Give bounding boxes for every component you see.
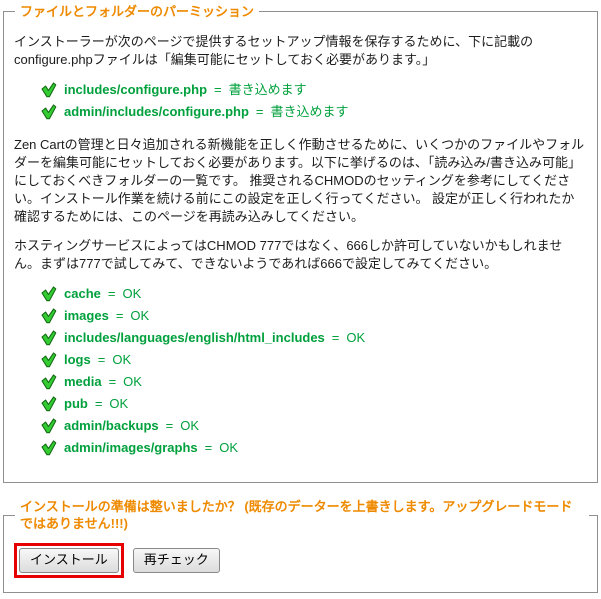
check-icon [40, 374, 57, 390]
folder-row: logs = OK [40, 350, 589, 370]
annotation-highlight: インストール [14, 543, 124, 578]
folder-name: includes/languages/english/html_includes [64, 330, 325, 345]
equals-sign: = [331, 330, 340, 345]
folder-name: admin/images/graphs [64, 440, 198, 455]
chmod-paragraph: Zen Cartの管理と日々追加される新機能を正しく作動させるために、いくつかの… [14, 137, 585, 224]
config-file-status: 書き込めます [270, 104, 349, 119]
config-file-status: 書き込めます [228, 82, 307, 97]
folder-status: OK [219, 440, 239, 455]
check-icon [40, 352, 57, 368]
page: ファイルとフォルダーのパーミッション インストーラーが次のページで提供するセット… [0, 0, 601, 599]
folder-status: OK [346, 330, 366, 345]
check-icon [40, 308, 57, 324]
folder-row: includes/languages/english/html_includes… [40, 328, 589, 348]
equals-sign: = [107, 286, 116, 301]
permissions-fieldset: ファイルとフォルダーのパーミッション インストーラーが次のページで提供するセット… [3, 3, 598, 483]
folder-name: pub [64, 396, 88, 411]
folder-name: logs [64, 352, 91, 367]
folder-name: cache [64, 286, 101, 301]
folder-status: OK [123, 374, 142, 389]
install-button[interactable]: インストール [19, 548, 119, 573]
install-ready-fieldset: インストールの準備は整いましたか？ (既存のデーターを上書きします。アップグレー… [3, 498, 598, 593]
recheck-button[interactable]: 再チェック [132, 548, 220, 573]
equals-sign: = [94, 396, 103, 411]
equals-sign: = [165, 418, 174, 433]
folder-row: media = OK [40, 372, 589, 392]
folder-status: OK [180, 418, 200, 433]
permissions-legend: ファイルとフォルダーのパーミッション [20, 4, 255, 19]
folder-status: OK [122, 286, 142, 301]
button-row: インストール 再チェック [14, 543, 587, 578]
check-icon [40, 440, 57, 456]
folder-row: images = OK [40, 306, 589, 326]
check-icon [40, 396, 57, 412]
folder-name: images [64, 308, 109, 323]
config-file-checklist: includes/configure.php = 書き込めます admin/in… [12, 80, 589, 122]
config-file-row: admin/includes/configure.php = 書き込めます [40, 102, 589, 122]
check-icon [40, 418, 57, 434]
config-file-row: includes/configure.php = 書き込めます [40, 80, 589, 100]
config-file-name: admin/includes/configure.php [64, 104, 249, 119]
folder-name: admin/backups [64, 418, 159, 433]
folder-checklist: cache = OK images = OK includes/language… [12, 284, 589, 458]
install-ready-legend: インストールの準備は整いましたか？ (既存のデーターを上書きします。アップグレー… [20, 499, 573, 531]
folder-status: OK [109, 396, 129, 411]
folder-row: pub = OK [40, 394, 589, 414]
folder-row: admin/images/graphs = OK [40, 438, 589, 458]
folder-name: media [64, 374, 102, 389]
hosting-paragraph: ホスティングサービスによってはCHMOD 777ではなく、666しか許可していな… [14, 238, 563, 271]
equals-sign: = [204, 440, 213, 455]
equals-sign: = [115, 308, 124, 323]
equals-sign: = [255, 104, 264, 119]
config-file-name: includes/configure.php [64, 82, 208, 97]
intro-paragraph: インストーラーが次のページで提供するセットアップ情報を保存するために、下に記載の… [14, 34, 534, 67]
check-icon [40, 330, 57, 346]
folder-row: cache = OK [40, 284, 589, 304]
equals-sign: = [214, 82, 222, 97]
check-icon [40, 104, 57, 120]
equals-sign: = [97, 352, 106, 367]
equals-sign: = [108, 374, 117, 389]
folder-status: OK [112, 352, 132, 367]
folder-status: OK [130, 308, 150, 323]
check-icon [40, 286, 57, 302]
folder-row: admin/backups = OK [40, 416, 589, 436]
check-icon [40, 82, 57, 98]
